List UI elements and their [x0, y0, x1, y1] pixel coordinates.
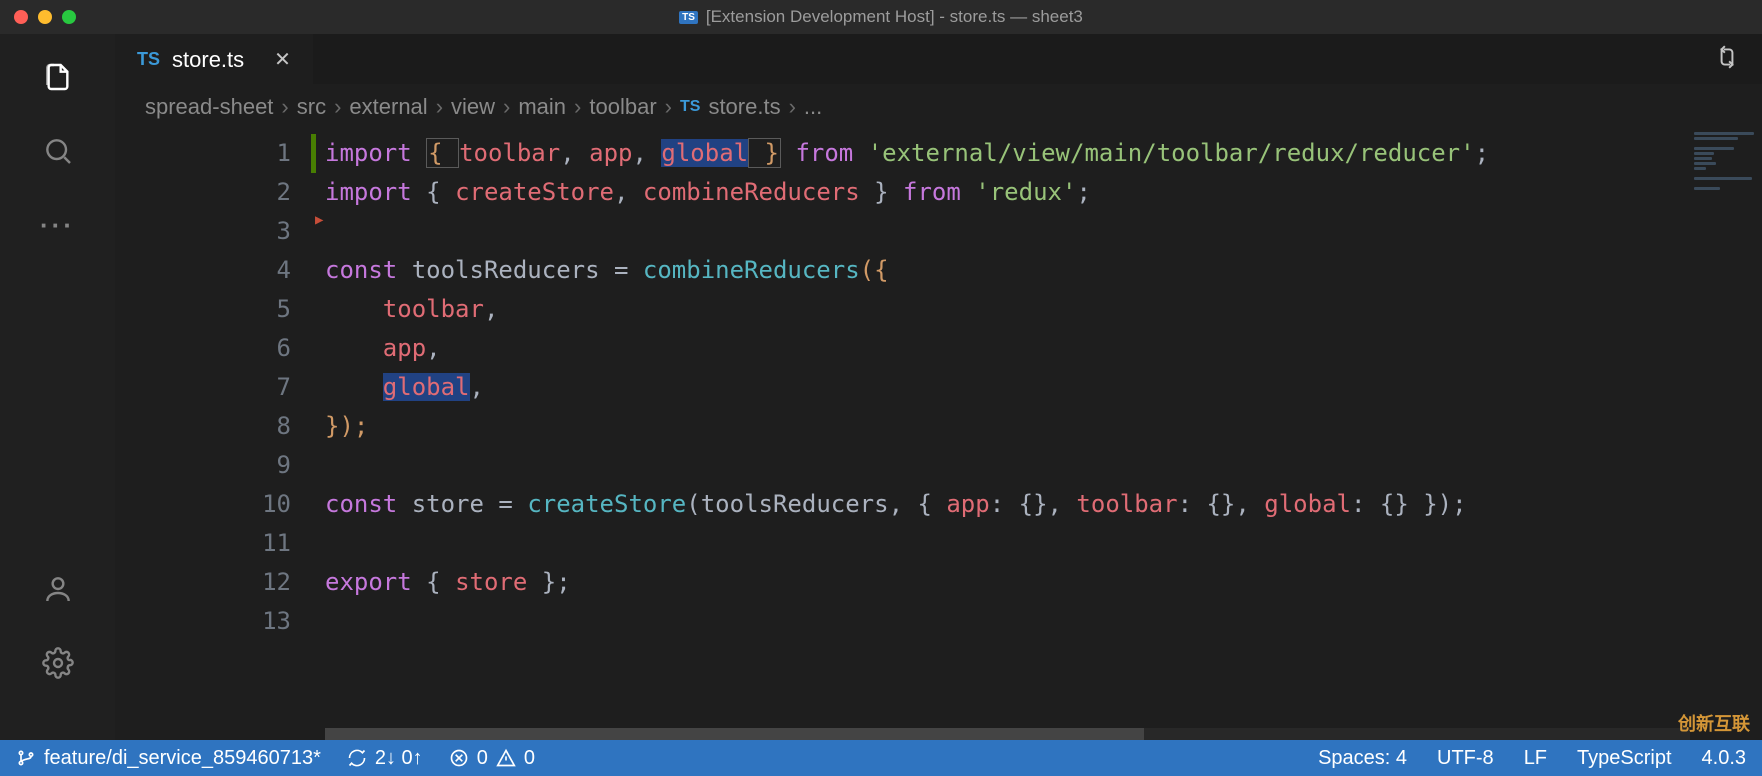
- code-line[interactable]: [325, 212, 1762, 251]
- editor[interactable]: ▶ 12345678910111213 import { toolbar, ap…: [115, 130, 1762, 740]
- scrollbar-thumb[interactable]: [325, 728, 1144, 740]
- workbench-body: ··· TS store.ts ✕: [0, 34, 1762, 740]
- more-icon[interactable]: ···: [41, 208, 75, 242]
- line-number: 1: [115, 134, 325, 173]
- compare-changes-icon[interactable]: [1714, 44, 1740, 75]
- horizontal-scrollbar[interactable]: [325, 728, 1690, 740]
- window-controls: [14, 10, 76, 24]
- line-number: 7: [115, 368, 325, 407]
- file-type-icon: TS: [137, 49, 160, 70]
- window-minimize-button[interactable]: [38, 10, 52, 24]
- code-line[interactable]: import { createStore, combineReducers } …: [325, 173, 1762, 212]
- explorer-icon[interactable]: [41, 60, 75, 94]
- warning-count: 0: [524, 747, 535, 770]
- tab-bar: TS store.ts ✕: [115, 34, 1762, 84]
- error-icon: [449, 748, 469, 768]
- breadcrumb-item[interactable]: view: [451, 94, 495, 120]
- chevron-right-icon: ›: [281, 94, 288, 120]
- branch-name: feature/di_service_859460713*: [44, 747, 321, 770]
- indentation-status[interactable]: Spaces: 4: [1318, 747, 1407, 770]
- breadcrumb-item[interactable]: spread-sheet: [145, 94, 273, 120]
- line-number: 8: [115, 407, 325, 446]
- chevron-right-icon: ›: [574, 94, 581, 120]
- modified-line-indicator: [311, 134, 316, 173]
- chevron-right-icon: ›: [503, 94, 510, 120]
- chevron-right-icon: ›: [789, 94, 796, 120]
- line-number: 3: [115, 212, 325, 251]
- status-bar: feature/di_service_859460713* 2↓ 0↑ 0 0 …: [0, 740, 1762, 776]
- code-line[interactable]: const store = createStore(toolsReducers,…: [325, 485, 1762, 524]
- code-line[interactable]: toolbar,: [325, 290, 1762, 329]
- line-number: 12: [115, 563, 325, 602]
- line-number: 2: [115, 173, 325, 212]
- code-line[interactable]: export { store };: [325, 563, 1762, 602]
- minimap[interactable]: [1690, 130, 1762, 740]
- search-icon[interactable]: [41, 134, 75, 168]
- sync-icon: [347, 748, 367, 768]
- window-maximize-button[interactable]: [62, 10, 76, 24]
- ts-version-status[interactable]: 4.0.3: [1702, 747, 1746, 770]
- vscode-window: TS [Extension Development Host] - store.…: [0, 0, 1762, 776]
- window-close-button[interactable]: [14, 10, 28, 24]
- breadcrumb-item[interactable]: src: [297, 94, 326, 120]
- breadcrumbs[interactable]: spread-sheet › src › external › view › main ›…: [115, 84, 1762, 130]
- activity-bar: ···: [0, 34, 115, 740]
- line-number: 13: [115, 602, 325, 641]
- error-count: 0: [477, 747, 488, 770]
- code-line[interactable]: [325, 602, 1762, 641]
- chevron-right-icon: ›: [436, 94, 443, 120]
- tab-label: store.ts: [172, 47, 244, 73]
- sync-text: 2↓ 0↑: [375, 747, 423, 770]
- code-line[interactable]: app,: [325, 329, 1762, 368]
- tab-store-ts[interactable]: TS store.ts ✕: [115, 34, 313, 84]
- breadcrumb-item[interactable]: toolbar: [589, 94, 656, 120]
- code-line[interactable]: import { toolbar, app, global } from 'ex…: [325, 134, 1762, 173]
- code-line[interactable]: [325, 446, 1762, 485]
- chevron-right-icon: ›: [665, 94, 672, 120]
- code-line[interactable]: const toolsReducers = combineReducers({: [325, 251, 1762, 290]
- sync-status[interactable]: 2↓ 0↑: [347, 747, 423, 770]
- code-line[interactable]: [325, 524, 1762, 563]
- breadcrumb-item[interactable]: main: [518, 94, 566, 120]
- titlebar: TS [Extension Development Host] - store.…: [0, 0, 1762, 34]
- breadcrumb-item[interactable]: external: [349, 94, 427, 120]
- problems-status[interactable]: 0 0: [449, 747, 535, 770]
- code-content[interactable]: import { toolbar, app, global } from 'ex…: [325, 130, 1762, 740]
- file-type-icon: TS: [680, 98, 700, 116]
- account-icon[interactable]: [41, 572, 75, 606]
- close-icon[interactable]: ✕: [274, 47, 291, 72]
- code-line[interactable]: });: [325, 407, 1762, 446]
- encoding-status[interactable]: UTF-8: [1437, 747, 1494, 770]
- line-number: 10: [115, 485, 325, 524]
- editor-group: TS store.ts ✕ spread-sheet › src › externa…: [115, 34, 1762, 740]
- language-status[interactable]: TypeScript: [1577, 747, 1671, 770]
- editor-actions: [1714, 34, 1762, 84]
- line-number: 5: [115, 290, 325, 329]
- warning-icon: [496, 748, 516, 768]
- git-branch-status[interactable]: feature/di_service_859460713*: [16, 747, 321, 770]
- line-number-gutter: 12345678910111213: [115, 130, 325, 740]
- line-number: 4: [115, 251, 325, 290]
- breadcrumb-file[interactable]: store.ts: [708, 94, 780, 120]
- git-branch-icon: [16, 748, 36, 768]
- line-number: 6: [115, 329, 325, 368]
- eol-status[interactable]: LF: [1524, 747, 1547, 770]
- fold-glyph-icon[interactable]: ▶: [315, 212, 323, 228]
- code-line[interactable]: global,: [325, 368, 1762, 407]
- breadcrumb-tail[interactable]: ...: [804, 94, 822, 120]
- line-number: 11: [115, 524, 325, 563]
- window-title: [Extension Development Host] - store.ts …: [706, 7, 1083, 27]
- chevron-right-icon: ›: [334, 94, 341, 120]
- file-type-icon: TS: [679, 11, 698, 24]
- title-center: TS [Extension Development Host] - store.…: [679, 7, 1083, 27]
- line-number: 9: [115, 446, 325, 485]
- settings-gear-icon[interactable]: [41, 646, 75, 680]
